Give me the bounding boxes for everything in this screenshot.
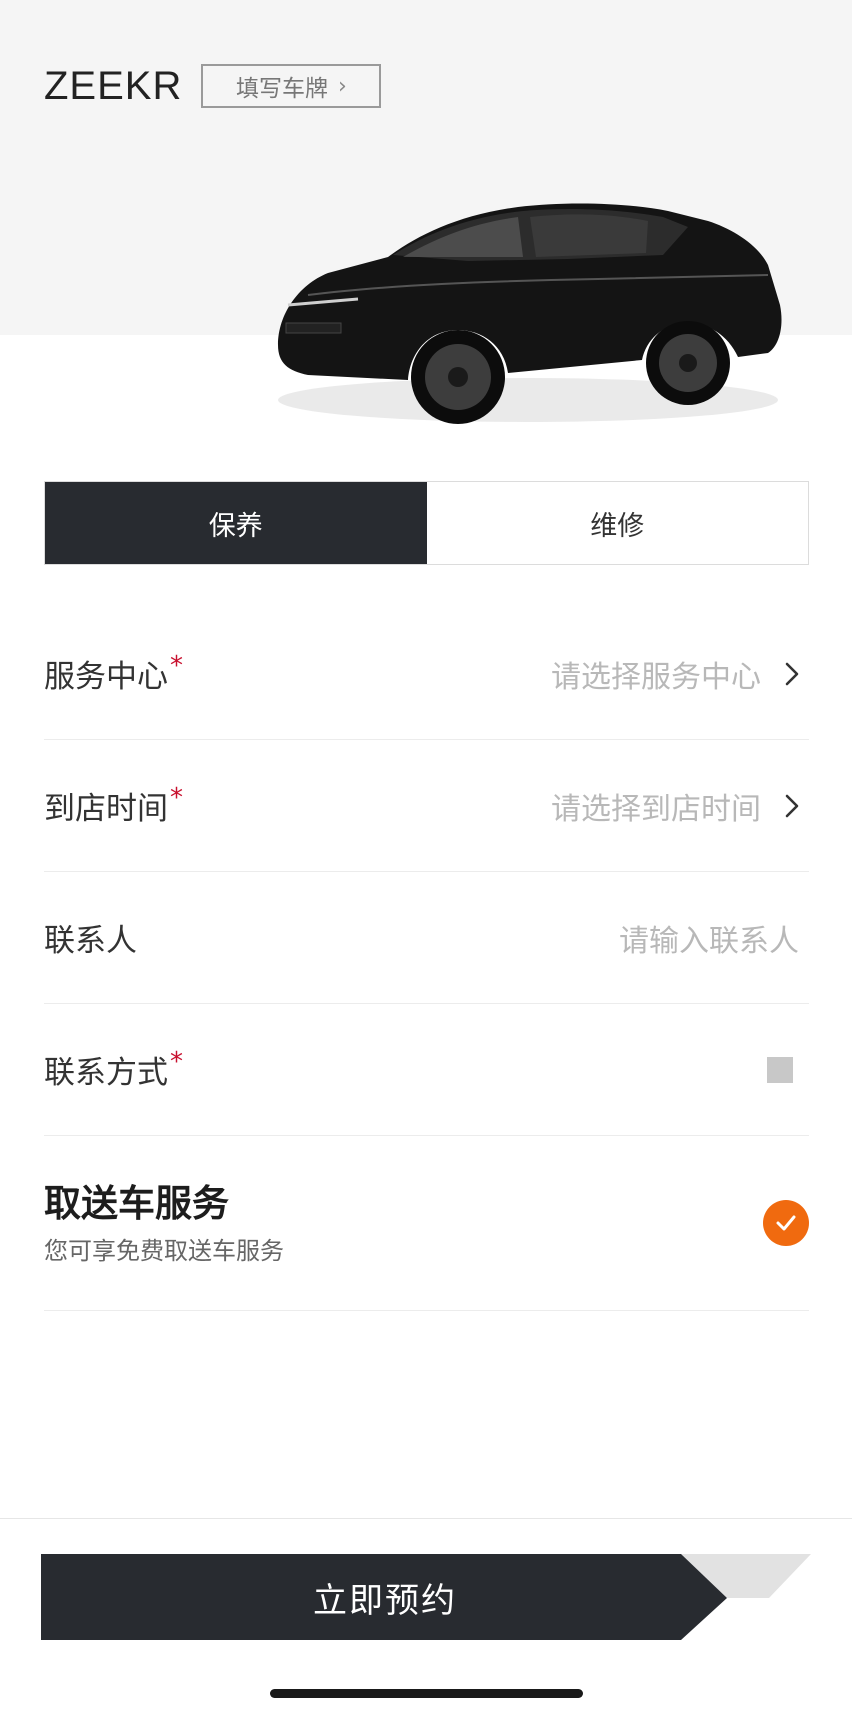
required-mark: * bbox=[170, 1047, 183, 1077]
pickup-service-subtitle: 您可享免费取送车服务 bbox=[44, 1236, 284, 1265]
arrival-time-selector[interactable]: 请选择到店时间 bbox=[551, 784, 809, 828]
header: ZEEKR 填写车牌 › bbox=[44, 64, 382, 108]
contact-method-value-mask bbox=[767, 1056, 793, 1083]
required-mark: * bbox=[170, 651, 183, 681]
service-center-selector[interactable]: 请选择服务中心 bbox=[551, 652, 809, 696]
pickup-service-text: 取送车服务 您可享免费取送车服务 bbox=[44, 1181, 284, 1266]
brand-logo: ZEEKR bbox=[44, 64, 183, 108]
arrival-time-label: 到店时间* bbox=[44, 783, 183, 827]
contact-person-label: 联系人 bbox=[44, 923, 137, 959]
chevron-right-icon bbox=[785, 662, 799, 685]
contact-person-placeholder: 请输入联系人 bbox=[619, 923, 799, 959]
plate-button-label: 填写车牌 bbox=[235, 76, 328, 102]
tab-maintenance-label: 保养 bbox=[208, 510, 263, 542]
check-icon bbox=[776, 1215, 796, 1231]
chevron-right-icon bbox=[785, 794, 799, 817]
tab-repair-label: 维修 bbox=[590, 510, 645, 542]
tab-repair[interactable]: 维修 bbox=[426, 482, 808, 564]
required-mark: * bbox=[170, 783, 183, 813]
arrival-time-row[interactable]: 到店时间* 请选择到店时间 bbox=[44, 740, 809, 872]
pickup-service-row[interactable]: 取送车服务 您可享免费取送车服务 bbox=[44, 1136, 809, 1311]
pickup-service-checkbox[interactable] bbox=[763, 1200, 809, 1246]
service-center-label: 服务中心* bbox=[44, 651, 183, 695]
bottom-divider bbox=[0, 1518, 852, 1519]
arrival-time-placeholder: 请选择到店时间 bbox=[551, 791, 761, 827]
pickup-service-title: 取送车服务 bbox=[44, 1181, 229, 1225]
contact-person-row: 联系人 请输入联系人 bbox=[44, 872, 809, 1004]
car-image bbox=[278, 203, 782, 424]
contact-method-label: 联系方式* bbox=[44, 1047, 183, 1091]
contact-method-input[interactable] bbox=[767, 1056, 809, 1083]
contact-method-row: 联系方式* bbox=[44, 1004, 809, 1136]
booking-form: 服务中心* 请选择服务中心 到店时间* 请选择到店时间 联系人 请输入联系人 联… bbox=[44, 608, 809, 1311]
service-center-placeholder: 请选择服务中心 bbox=[551, 659, 761, 695]
tab-maintenance[interactable]: 保养 bbox=[45, 482, 427, 564]
service-center-row[interactable]: 服务中心* 请选择服务中心 bbox=[44, 608, 809, 740]
contact-person-input[interactable]: 请输入联系人 bbox=[619, 916, 809, 960]
book-now-button[interactable]: 立即预约 bbox=[41, 1554, 811, 1640]
fill-plate-button[interactable]: 填写车牌 › bbox=[201, 64, 382, 108]
home-indicator bbox=[270, 1689, 583, 1698]
chevron-right-icon: › bbox=[337, 73, 347, 99]
service-type-tabs: 保养 维修 bbox=[44, 481, 809, 565]
book-now-label: 立即预约 bbox=[313, 1580, 457, 1621]
